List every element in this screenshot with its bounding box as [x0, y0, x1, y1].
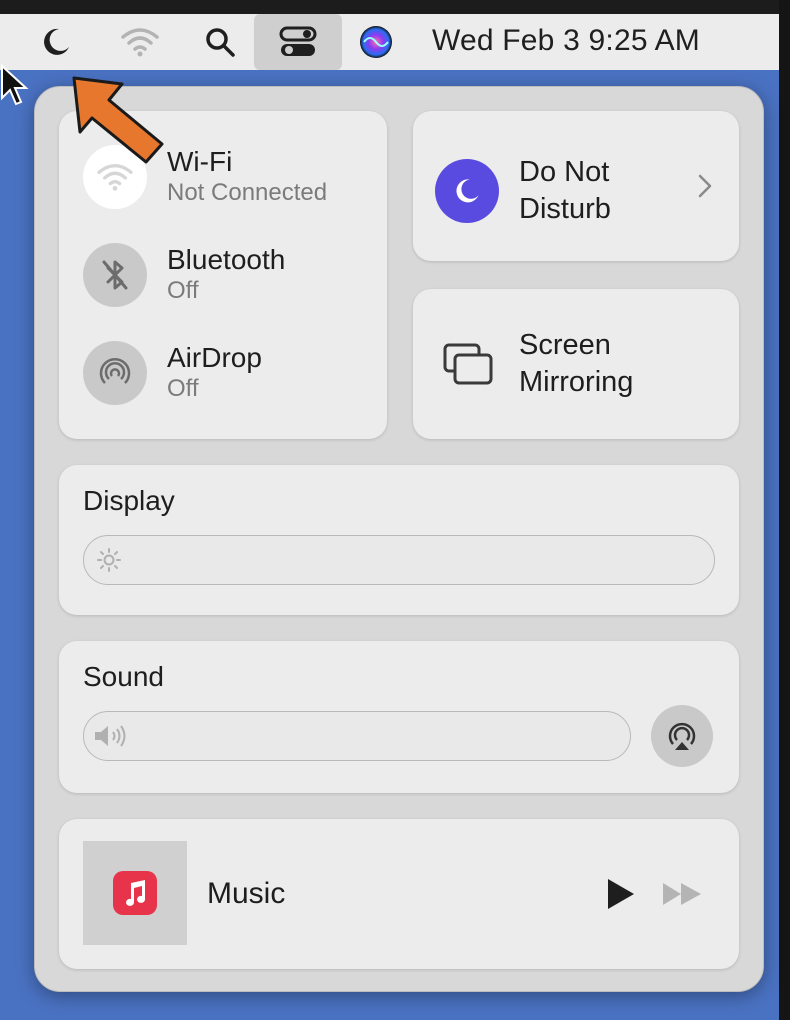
window-frame-top	[0, 0, 790, 14]
brightness-slider[interactable]	[83, 535, 715, 585]
music-app-icon	[113, 871, 157, 915]
wifi-status: Not Connected	[167, 179, 328, 206]
album-artwork[interactable]	[83, 841, 187, 945]
menu-bar-clock[interactable]: Wed Feb 3 9:25 AM	[432, 24, 700, 58]
control-center-icon[interactable]	[254, 14, 342, 70]
mouse-cursor-icon	[1, 64, 29, 106]
do-not-disturb-title-line1: Do Not	[519, 156, 610, 188]
do-not-disturb-title-line2: Disturb	[519, 193, 611, 225]
sound-label: Sound	[83, 661, 164, 692]
chevron-right-icon[interactable]	[697, 173, 713, 199]
search-icon[interactable]	[198, 14, 242, 70]
siri-icon[interactable]	[354, 14, 398, 70]
bluetooth-status: Off	[167, 277, 199, 304]
window-frame-right	[779, 0, 790, 1020]
screen-mirroring-title-line2: Mirroring	[519, 366, 634, 398]
wifi-title: Wi-Fi	[167, 146, 233, 177]
airplay-audio-icon	[668, 722, 696, 750]
do-not-disturb-tile[interactable]: Do Not Disturb	[413, 111, 739, 261]
brightness-icon	[97, 548, 121, 572]
airplay-audio-button[interactable]	[651, 705, 713, 767]
moon-icon[interactable]	[34, 14, 78, 70]
screen-mirroring-tile[interactable]: Screen Mirroring	[413, 289, 739, 439]
volume-slider[interactable]	[83, 711, 631, 761]
fast-forward-icon[interactable]	[661, 881, 705, 907]
airdrop-toggle[interactable]: AirDrop Off	[83, 341, 262, 405]
display-tile: Display	[59, 465, 739, 615]
menu-bar: Wed Feb 3 9:25 AM	[0, 14, 779, 70]
screen-mirroring-icon	[443, 343, 493, 385]
bluetooth-title: Bluetooth	[167, 244, 286, 275]
sound-tile: Sound	[59, 641, 739, 793]
control-center-panel: Wi-Fi Not Connected Bluetooth Off AirDro…	[34, 86, 764, 992]
bluetooth-toggle[interactable]: Bluetooth Off	[83, 243, 285, 307]
airdrop-title: AirDrop	[167, 342, 262, 373]
do-not-disturb-moon-icon[interactable]	[435, 159, 499, 223]
music-label: Music	[207, 877, 286, 910]
airdrop-status: Off	[167, 375, 199, 402]
annotation-arrow-icon	[72, 76, 164, 164]
airdrop-icon[interactable]	[83, 341, 147, 405]
speaker-icon	[95, 725, 126, 747]
play-icon[interactable]	[605, 877, 637, 911]
bluetooth-off-icon[interactable]	[83, 243, 147, 307]
display-label: Display	[83, 485, 175, 516]
screen-mirroring-title-line1: Screen	[519, 329, 611, 361]
wifi-icon[interactable]	[116, 14, 164, 70]
music-tile: Music	[59, 819, 739, 969]
